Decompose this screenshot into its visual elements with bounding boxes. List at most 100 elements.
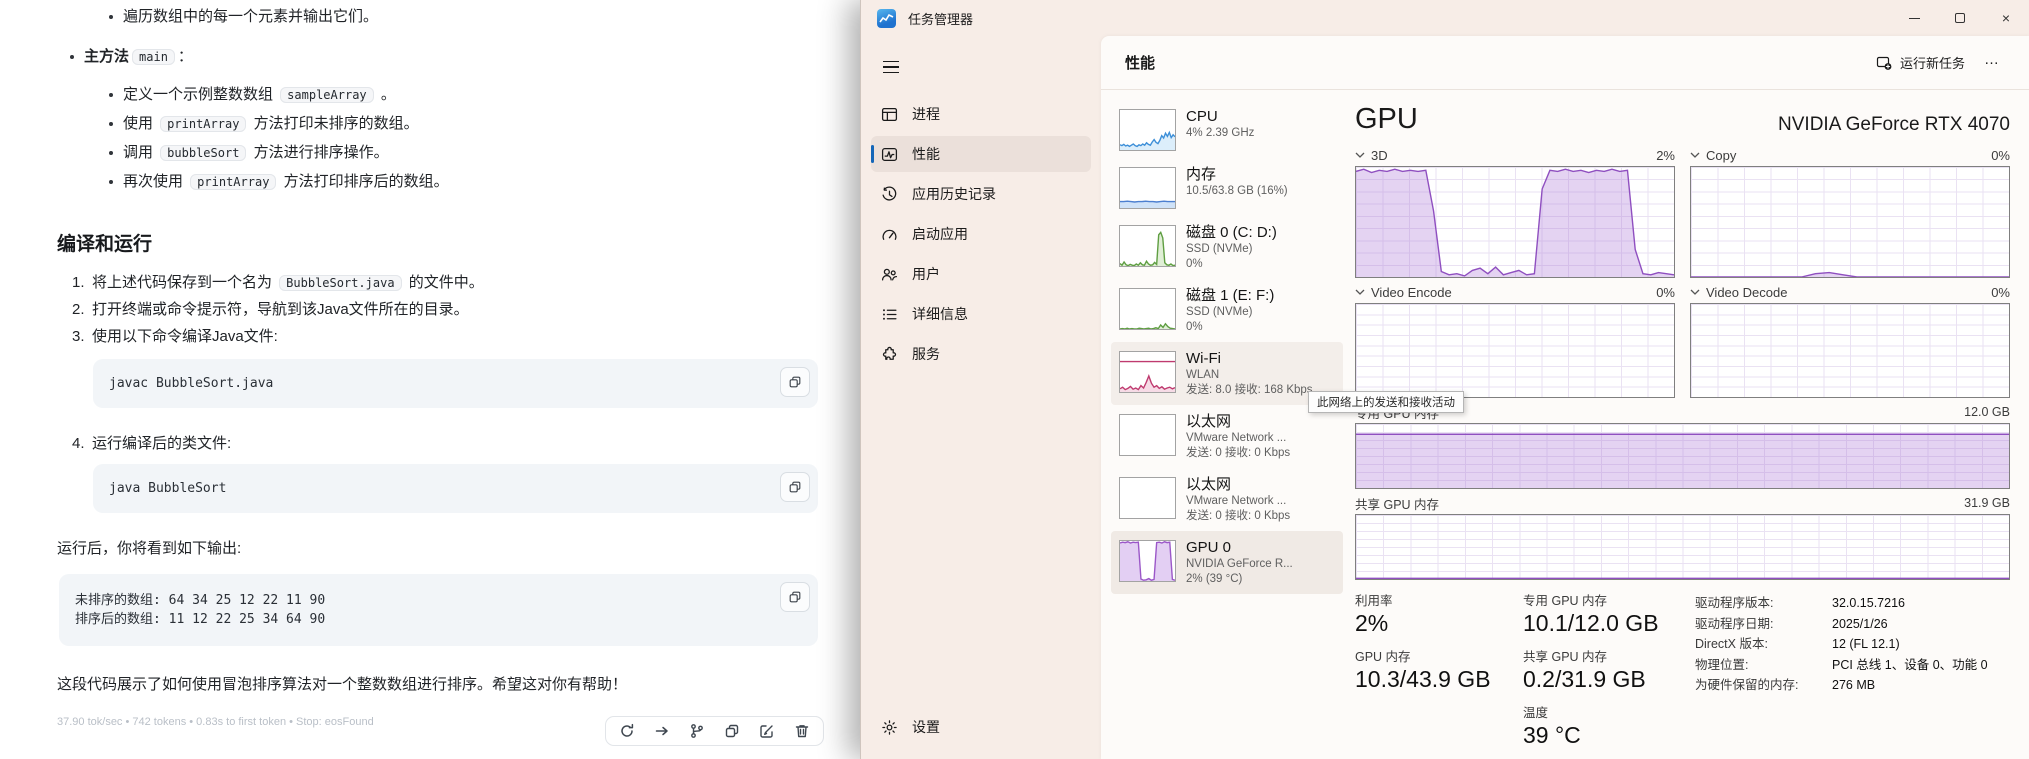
network-tooltip: 此网络上的发送和接收活动 — [1308, 391, 1464, 413]
closing-paragraph: 这段代码展示了如何使用冒泡排序算法对一个整数数组进行排序。希望这对你有帮助！ — [57, 673, 818, 694]
services-icon — [881, 346, 898, 363]
copy-code-button[interactable] — [780, 367, 810, 397]
regenerate-icon — [619, 723, 635, 739]
ethernet-mini-chart — [1119, 414, 1176, 456]
code-block-java: java BubbleSort — [93, 464, 818, 513]
chart-header-3d: 3D 2% — [1355, 144, 1675, 166]
copy-code-button[interactable] — [780, 582, 810, 612]
sidebar-item-label: 详细信息 — [912, 304, 968, 324]
bullet-dot — [109, 151, 113, 155]
gpu-detail-panel: GPU NVIDIA GeForce RTX 4070 3D 2% — [1343, 100, 2029, 759]
dedicated-gpu-memory-chart — [1355, 423, 2010, 489]
close-button[interactable]: × — [1983, 0, 2029, 36]
chart-header-video-decode: Video Decode 0% — [1690, 281, 2010, 303]
edit-icon — [759, 723, 775, 739]
chart-header-video-encode: Video Encode 0% — [1355, 281, 1675, 303]
shared-gpu-memory-chart — [1355, 514, 2010, 580]
code-text: java BubbleSort — [109, 481, 226, 496]
minimize-icon — [1909, 18, 1920, 19]
bullet-text: 定义一个示例整数数组 sampleArray 。 — [123, 84, 396, 106]
edit-button[interactable] — [759, 723, 775, 739]
sidebar-item-settings[interactable]: 设置 — [871, 709, 1091, 745]
bullet-item: 调用 bubbleSort 方法进行排序操作。 — [109, 142, 818, 164]
chevron-down-icon[interactable] — [1355, 151, 1365, 159]
step-item: 2. 打开终端或命令提示符，导航到该Java文件所在的目录。 — [72, 300, 818, 320]
sidebar-item-performance[interactable]: 性能 — [871, 136, 1091, 172]
bullet-item: 使用 printArray 方法打印未排序的数组。 — [109, 113, 818, 135]
output-line: 排序后的数组: 11 12 22 25 34 64 90 — [75, 610, 802, 629]
inline-code: main — [132, 49, 175, 65]
inline-code: BubbleSort.java — [279, 275, 401, 291]
driver-info-row: 物理位置:PCI 总线 1、设备 0、功能 0 — [1695, 655, 2010, 676]
bullet-dot — [109, 15, 113, 19]
bullet-text: 调用 bubbleSort 方法进行排序操作。 — [123, 142, 389, 164]
chevron-down-icon[interactable] — [1690, 151, 1700, 159]
users-icon — [881, 266, 898, 283]
startup-apps-icon — [881, 226, 898, 243]
sidebar-item-users[interactable]: 用户 — [871, 256, 1091, 292]
sidebar-item-app-history[interactable]: 应用历史记录 — [871, 176, 1091, 212]
run-new-task-button[interactable]: 运行新任务 — [1866, 47, 1975, 78]
code-block-output: 未排序的数组: 64 34 25 12 22 11 90 排序后的数组: 11 … — [59, 574, 818, 646]
message-action-bar — [605, 716, 824, 746]
bullet-dot — [109, 180, 113, 184]
shared-memory-header: 共享 GPU 内存 31.9 GB — [1355, 492, 2010, 514]
bullet-dot — [109, 122, 113, 126]
bullet-text: 使用 printArray 方法打印未排序的数组。 — [123, 113, 419, 135]
gpu-3d-chart — [1355, 166, 1675, 278]
section-heading: 编译和运行 — [57, 229, 818, 256]
screen: 遍历数组中的每一个元素并输出它们。 主方法main： 定义一个示例整数数组 sa… — [0, 0, 2029, 759]
copy-button[interactable] — [724, 723, 740, 739]
chart-value: 0% — [1991, 285, 2010, 300]
branch-icon — [689, 723, 705, 739]
perf-item-memory[interactable]: 内存10.5/63.8 GB (16%) — [1111, 158, 1343, 216]
title-bar[interactable]: 任务管理器 × — [861, 0, 2029, 36]
perf-item-cpu[interactable]: CPU4% 2.39 GHz — [1111, 100, 1343, 158]
bullet-item-main-method: 主方法main： — [70, 46, 818, 68]
perf-item-disk0[interactable]: 磁盘 0 (C: D:)SSD (NVMe)0% — [1111, 216, 1343, 279]
performance-list: CPU4% 2.39 GHz 内存10.5/63.8 GB (16%) 磁盘 0… — [1101, 100, 1343, 759]
chevron-down-icon[interactable] — [1690, 288, 1700, 296]
driver-info-row: 驱动程序日期:2025/1/26 — [1695, 614, 2010, 635]
output-line: 未排序的数组: 64 34 25 12 22 11 90 — [75, 591, 802, 610]
sidebar: 进程 性能 应用历史记录 启动应用 — [861, 36, 1101, 759]
chart-value: 2% — [1656, 148, 1675, 163]
sidebar-item-label: 进程 — [912, 104, 940, 124]
perf-item-disk1[interactable]: 磁盘 1 (E: F:)SSD (NVMe)0% — [1111, 279, 1343, 342]
sidebar-item-processes[interactable]: 进程 — [871, 96, 1091, 132]
stat-shared-memory: 共享 GPU 内存 0.2/31.9 GB — [1523, 649, 1695, 693]
maximize-button[interactable] — [1937, 0, 1983, 36]
gpu-device-name: NVIDIA GeForce RTX 4070 — [1778, 114, 2010, 136]
sidebar-item-label: 应用历史记录 — [912, 184, 996, 204]
minimize-button[interactable] — [1891, 0, 1937, 36]
gpu-copy-chart — [1690, 166, 2010, 278]
inline-code: printArray — [190, 174, 276, 190]
gear-icon — [881, 719, 898, 736]
perf-item-ethernet-1[interactable]: 以太网VMware Network ...发送: 0 接收: 0 Kbps — [1111, 405, 1343, 468]
copy-icon — [788, 375, 802, 389]
step-item: 3. 使用以下命令编译Java文件: — [72, 327, 818, 347]
perf-item-gpu0[interactable]: GPU 0NVIDIA GeForce R...2% (39 °C) — [1111, 531, 1343, 594]
inline-code: sampleArray — [280, 87, 373, 103]
inline-code: bubbleSort — [160, 145, 246, 161]
continue-button[interactable] — [654, 723, 670, 739]
menu-toggle-button[interactable] — [875, 52, 907, 82]
delete-button[interactable] — [794, 723, 810, 739]
regenerate-button[interactable] — [619, 723, 635, 739]
cpu-mini-chart — [1119, 109, 1176, 151]
sidebar-item-details[interactable]: 详细信息 — [871, 296, 1091, 332]
sidebar-item-services[interactable]: 服务 — [871, 336, 1091, 372]
stat-temperature: 温度 39 °C — [1523, 705, 1695, 749]
perf-item-ethernet-2[interactable]: 以太网VMware Network ...发送: 0 接收: 0 Kbps — [1111, 468, 1343, 531]
gpu-title: GPU — [1355, 102, 1418, 136]
sidebar-item-label: 设置 — [912, 717, 940, 737]
driver-info-row: 驱动程序版本:32.0.15.7216 — [1695, 593, 2010, 614]
gpu0-mini-chart — [1119, 540, 1176, 582]
sidebar-item-label: 启动应用 — [912, 224, 968, 244]
chevron-down-icon[interactable] — [1355, 288, 1365, 296]
copy-code-button[interactable] — [780, 472, 810, 502]
branch-button[interactable] — [689, 723, 705, 739]
more-options-button[interactable]: … — [1975, 51, 2009, 74]
sidebar-item-startup-apps[interactable]: 启动应用 — [871, 216, 1091, 252]
chat-panel: 遍历数组中的每一个元素并输出它们。 主方法main： 定义一个示例整数数组 sa… — [0, 0, 862, 759]
